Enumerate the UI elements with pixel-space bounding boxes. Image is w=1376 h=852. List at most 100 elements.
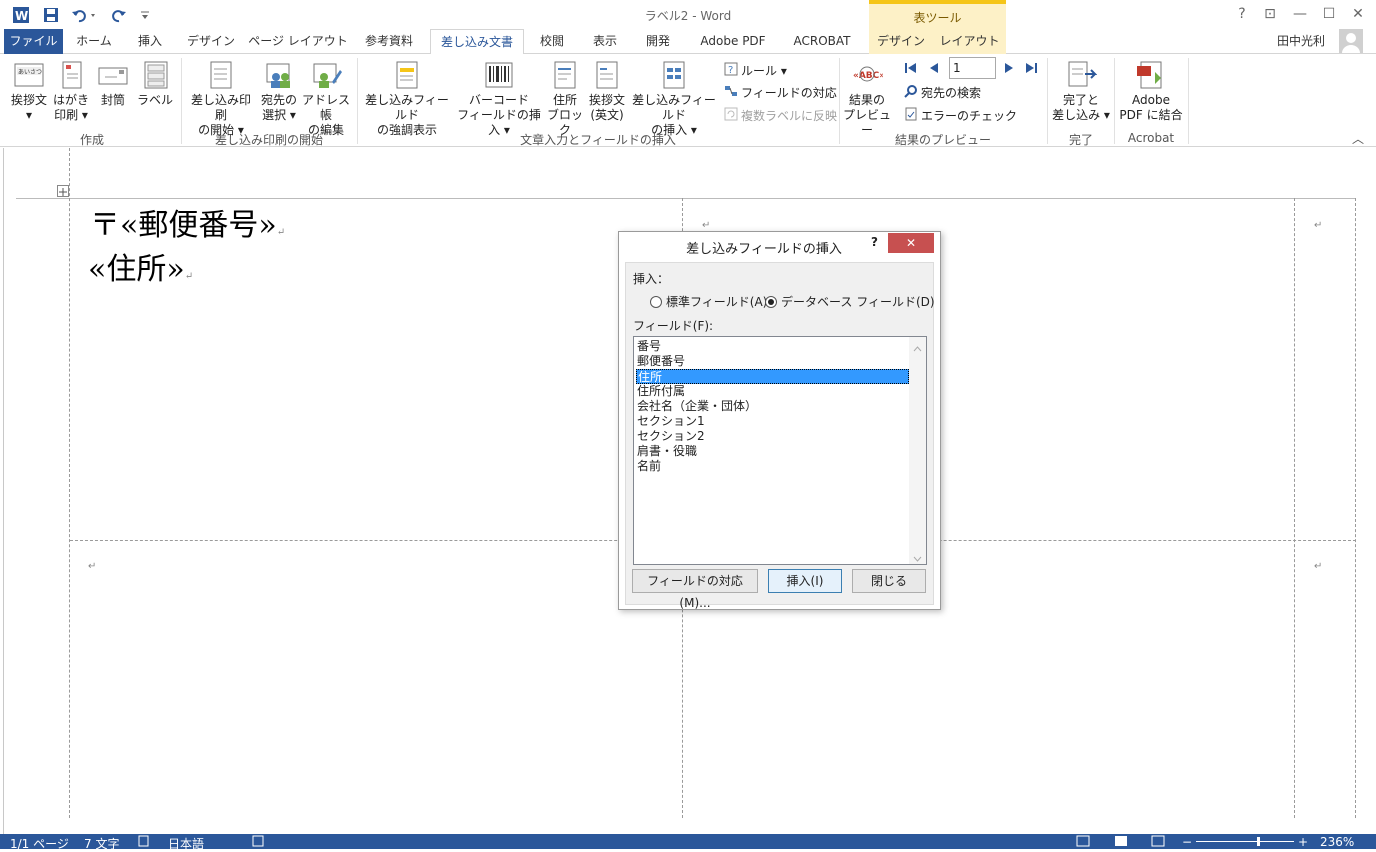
tab-table-design[interactable]: デザイン <box>869 29 933 54</box>
envelope-icon <box>97 60 129 90</box>
collapse-ribbon-icon[interactable]: ︿ <box>1352 130 1364 147</box>
window-title: ラベル2 - Word <box>644 9 732 23</box>
match-fields-icon <box>724 84 738 101</box>
title-bar: W ラベル2 - Word 表ツール ? ⊡ — ☐ ✕ <box>0 0 1376 29</box>
zoom-slider[interactable] <box>1196 841 1294 842</box>
first-record-icon[interactable] <box>904 61 918 78</box>
tab-table-layout[interactable]: レイアウト <box>933 29 1006 54</box>
address-block-button[interactable]: 住所 ブロック <box>546 60 584 138</box>
envelope-button[interactable]: 封筒 <box>94 60 132 108</box>
label-column-divider <box>69 148 70 818</box>
tab-view[interactable]: 表示 <box>585 29 625 54</box>
previous-record-icon[interactable] <box>927 61 941 78</box>
tab-acrobat[interactable]: ACROBAT <box>784 29 860 54</box>
language[interactable]: 日本語 <box>168 835 204 852</box>
insert-button[interactable]: 挿入(I) <box>768 569 842 593</box>
insert-barcode-field-button[interactable]: バーコード フィールドの挿入 ▾ <box>454 60 544 138</box>
tab-review[interactable]: 校閲 <box>532 29 572 54</box>
tab-home[interactable]: ホーム <box>68 29 120 54</box>
table-top-border <box>16 198 1356 199</box>
table-move-handle-icon[interactable] <box>57 185 69 197</box>
proofing-icon[interactable] <box>138 835 150 850</box>
paragraph-mark: ↵ <box>702 220 711 231</box>
highlight-merge-fields-button[interactable]: 差し込みフィールド の強調表示 <box>362 60 452 138</box>
start-mail-merge-button[interactable]: 差し込み印刷 の開始 ▾ <box>186 60 256 138</box>
insert-field-icon <box>658 60 690 90</box>
next-record-icon[interactable] <box>1002 61 1016 78</box>
list-item[interactable]: セクション2 <box>636 429 909 444</box>
zoom-out-icon[interactable]: − <box>1182 835 1192 849</box>
close-button[interactable]: ✕ <box>1347 4 1369 24</box>
fields-label: フィールド(F): <box>633 319 714 333</box>
standard-fields-radio[interactable]: 標準フィールド(A) <box>650 293 767 310</box>
edit-recipient-list-button[interactable]: アドレス帳 の編集 <box>301 60 351 138</box>
list-item-selected[interactable]: 住所 <box>636 369 909 384</box>
database-fields-radio[interactable]: データベース フィールド(D) <box>765 293 935 310</box>
scroll-up-icon[interactable] <box>913 341 922 355</box>
find-recipient-button[interactable]: 宛先の検索 <box>904 84 981 101</box>
postcard-print-button[interactable]: はがき 印刷 ▾ <box>52 60 90 123</box>
preview-results-button[interactable]: «ABC» 結果の プレビュー <box>842 60 892 138</box>
list-item[interactable]: 住所付属 <box>636 384 909 399</box>
status-bar: 1/1 ページ 7 文字 日本語 − + 236% <box>0 834 1376 852</box>
tab-insert[interactable]: 挿入 <box>126 29 174 54</box>
scroll-down-icon[interactable] <box>913 551 922 565</box>
update-labels-button[interactable]: 複数ラベルに反映 <box>724 107 837 124</box>
postal-code-merge-field[interactable]: 〒«郵便番号»↵ <box>90 200 285 244</box>
label-button[interactable]: ラベル <box>136 60 174 108</box>
list-item[interactable]: 肩書・役職 <box>636 444 909 459</box>
finish-merge-button[interactable]: 完了と 差し込み ▾ <box>1052 60 1110 123</box>
tab-design[interactable]: デザイン <box>182 29 240 54</box>
tab-references[interactable]: 参考資料 <box>356 29 422 54</box>
address-merge-field[interactable]: «住所»↵ <box>88 244 193 288</box>
list-item[interactable]: セクション1 <box>636 414 909 429</box>
read-mode-icon[interactable] <box>1076 835 1090 850</box>
page-count[interactable]: 1/1 ページ <box>10 835 69 852</box>
help-button[interactable]: ? <box>1231 4 1253 24</box>
word-count[interactable]: 7 文字 <box>84 835 119 852</box>
print-layout-icon[interactable] <box>1114 835 1128 850</box>
listbox-scrollbar[interactable] <box>909 337 926 564</box>
avatar[interactable] <box>1339 29 1363 53</box>
list-item[interactable]: 名前 <box>636 459 909 474</box>
insert-merge-field-button[interactable]: 差し込みフィールド の挿入 ▾ <box>630 60 718 138</box>
merge-to-adobe-pdf-button[interactable]: Adobe PDF に結合 <box>1118 60 1184 123</box>
maximize-button[interactable]: ☐ <box>1318 4 1340 24</box>
match-fields-button[interactable]: フィールドの対応 <box>724 84 837 101</box>
tab-file[interactable]: ファイル <box>4 29 63 54</box>
tab-mailings[interactable]: 差し込み文書 <box>430 29 524 55</box>
group-divider <box>1188 58 1189 144</box>
labels-icon <box>139 60 171 90</box>
zoom-slider-thumb[interactable] <box>1257 837 1260 846</box>
list-item[interactable]: 番号 <box>636 339 909 354</box>
last-record-icon[interactable] <box>1024 61 1038 78</box>
dialog-close-button[interactable]: ✕ <box>888 233 934 253</box>
record-number-input[interactable]: 1 <box>949 57 996 79</box>
tab-developer[interactable]: 開発 <box>638 29 678 54</box>
select-recipients-button[interactable]: 宛先の 選択 ▾ <box>258 60 300 123</box>
table-tools-header: 表ツール <box>869 0 1006 29</box>
fields-listbox[interactable]: 番号 郵便番号 住所 住所付属 会社名（企業・団体） セクション1 セクション2… <box>633 336 927 565</box>
greeting-button[interactable]: あいさつ 挨拶文 ▾ <box>8 60 50 123</box>
tab-page-layout[interactable]: ページ レイアウト <box>248 29 348 54</box>
match-fields-dialog-button[interactable]: フィールドの対応(M)... <box>632 569 758 610</box>
web-layout-icon[interactable] <box>1151 835 1165 850</box>
list-item[interactable]: 会社名（企業・団体） <box>636 399 909 414</box>
rules-button[interactable]: ? ルール ▾ <box>724 62 787 79</box>
macro-icon[interactable] <box>252 835 264 850</box>
close-dialog-button[interactable]: 閉じる <box>852 569 926 593</box>
check-errors-icon <box>904 107 918 124</box>
zoom-level[interactable]: 236% <box>1320 835 1354 849</box>
barcode-icon <box>483 60 515 90</box>
greeting-line-button[interactable]: 挨拶文 (英文) <box>586 60 628 123</box>
zoom-in-icon[interactable]: + <box>1298 835 1308 849</box>
minimize-button[interactable]: — <box>1289 4 1311 24</box>
tab-adobe-pdf[interactable]: Adobe PDF <box>690 29 776 54</box>
user-name[interactable]: 田中光利 <box>1266 29 1336 54</box>
greeting-icon: あいさつ <box>13 60 45 90</box>
list-item[interactable]: 郵便番号 <box>636 354 909 369</box>
dialog-help-button[interactable]: ? <box>871 235 878 249</box>
ribbon-display-options-button[interactable]: ⊡ <box>1259 4 1281 24</box>
finish-merge-icon <box>1065 60 1098 90</box>
check-errors-button[interactable]: エラーのチェック <box>904 107 1017 124</box>
